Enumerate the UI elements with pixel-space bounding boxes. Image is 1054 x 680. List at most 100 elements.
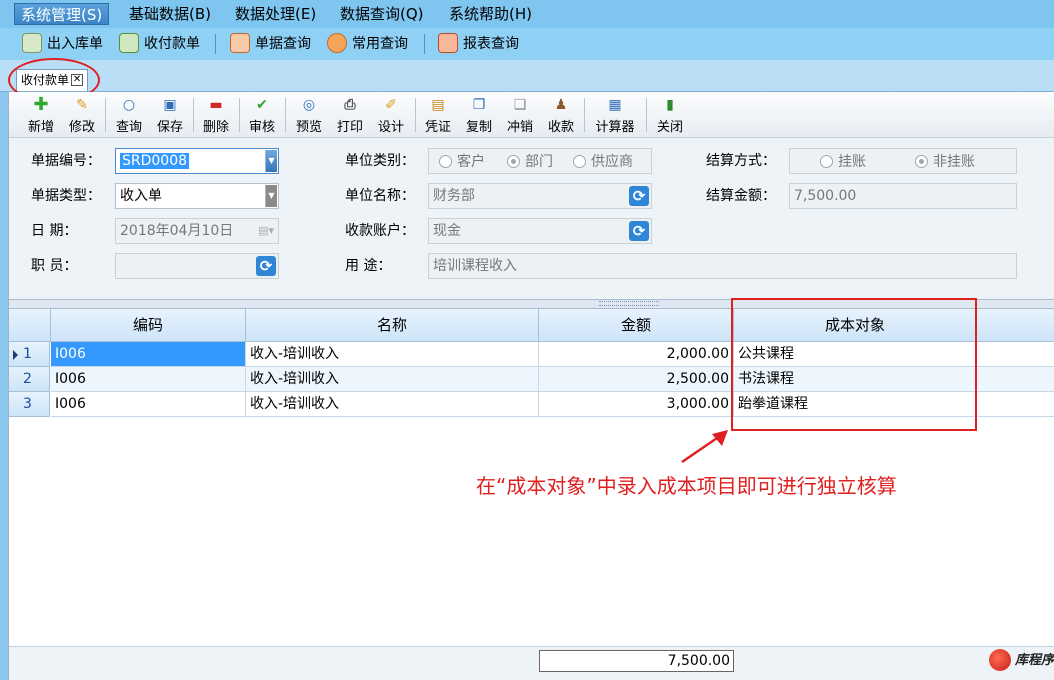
menu-system[interactable]: 系统管理(S) (14, 3, 110, 25)
doc-type-select[interactable]: 收入单 ▼ (115, 183, 279, 209)
radio-icon (439, 154, 452, 168)
search-icon: ○ (122, 97, 136, 113)
delete-button[interactable]: ▬ 删除 (200, 95, 232, 135)
quick-label: 出入库单 (47, 36, 103, 52)
voucher-button[interactable]: ▤ 凭证 (422, 95, 454, 135)
menu-data-process[interactable]: 数据处理(E) (229, 3, 322, 25)
radio-label: 挂账 (838, 154, 866, 170)
radio-on-account[interactable]: 挂账 (820, 149, 866, 173)
edit-button[interactable]: ✎ 修改 (66, 95, 98, 135)
approve-button[interactable]: ✔ 审核 (246, 95, 278, 135)
date-field[interactable]: 2018年04月10日 ▤▾ (115, 218, 279, 244)
calculator-icon: ▦ (608, 97, 622, 113)
menu-help[interactable]: 系统帮助(H) (443, 3, 538, 25)
settle-amount-field[interactable]: 7,500.00 (789, 183, 1017, 209)
doc-no-value: SRD0008 (120, 153, 190, 169)
stock-io-icon (22, 33, 42, 53)
quick-stock-io-button[interactable]: 出入库单 (22, 31, 103, 57)
grid-footer: 7,500.00 库程序 (9, 646, 1054, 680)
quick-payment-button[interactable]: 收付款单 (119, 31, 200, 57)
tab-strip: 收付款单 ✕ (0, 60, 1054, 92)
row-number-text: 1 (23, 346, 32, 362)
account-value: 现金 (433, 223, 461, 239)
close-door-icon: ▮ (666, 97, 674, 113)
save-label: 保存 (156, 120, 183, 135)
settle-amount-label: 结算金额： (706, 188, 776, 204)
cell-code[interactable]: I006 (51, 342, 246, 367)
staff-field[interactable]: ⟳ (115, 253, 279, 279)
radio-supplier[interactable]: 供应商 (573, 149, 633, 173)
receive-button[interactable]: ♟ 收款 (545, 95, 577, 135)
add-button[interactable]: ✚ 新增 (25, 95, 57, 136)
menu-basic-data[interactable]: 基础数据(B) (123, 3, 217, 25)
cell-amount[interactable]: 3,000.00 (539, 392, 734, 417)
settle-method-label: 结算方式： (706, 153, 776, 169)
separator (239, 98, 240, 132)
row-number[interactable]: 2 (9, 367, 50, 392)
cell-code[interactable]: I006 (51, 367, 246, 392)
quick-label: 单据查询 (255, 36, 311, 52)
unit-category-radio-group: 客户 部门 供应商 (428, 148, 652, 174)
grid-corner (9, 309, 51, 342)
radio-not-on-account[interactable]: 非挂账 (915, 149, 975, 173)
radio-department[interactable]: 部门 (507, 149, 553, 173)
column-header-amount[interactable]: 金额 (539, 309, 734, 342)
menu-data-query[interactable]: 数据查询(Q) (334, 3, 430, 25)
save-button[interactable]: ▣ 保存 (154, 95, 186, 135)
doc-type-label: 单据类型： (31, 188, 101, 204)
preview-button[interactable]: ◎ 预览 (293, 95, 325, 135)
radio-label: 部门 (525, 154, 553, 170)
chart-query-icon (327, 33, 347, 53)
radio-selected-icon (915, 154, 928, 168)
date-value: 2018年04月10日 (120, 223, 234, 239)
cell-amount[interactable]: 2,000.00 (539, 342, 734, 367)
quick-label: 收付款单 (144, 36, 200, 52)
quick-report-query-button[interactable]: 报表查询 (438, 31, 519, 57)
splitter-grip (599, 301, 659, 306)
radio-customer[interactable]: 客户 (439, 149, 485, 173)
account-label: 收款账户： (345, 223, 415, 239)
cost-object-highlight-box (731, 298, 977, 431)
search-button[interactable]: ○ 查询 (113, 95, 145, 135)
cell-name[interactable]: 收入-培训收入 (246, 367, 539, 392)
column-header-code[interactable]: 编码 (51, 309, 246, 342)
row-number[interactable]: 3 (9, 392, 50, 417)
calendar-icon[interactable]: ▤▾ (258, 219, 274, 243)
logo-icon (989, 648, 1011, 671)
dropdown-arrow-icon[interactable]: ▼ (265, 150, 277, 172)
separator (285, 98, 286, 132)
cell-code[interactable]: I006 (51, 392, 246, 417)
copy-button[interactable]: ❐ 复制 (463, 95, 495, 135)
doc-no-field[interactable]: SRD0008 ▼ (115, 148, 279, 174)
refresh-icon[interactable]: ⟳ (629, 186, 649, 206)
dropdown-arrow-icon[interactable]: ▼ (265, 185, 277, 207)
unit-name-field[interactable]: 财务部 ⟳ (428, 183, 652, 209)
close-button[interactable]: ▮ 关闭 (654, 95, 686, 135)
refresh-icon[interactable]: ⟳ (629, 221, 649, 241)
design-button[interactable]: ✐ 设计 (375, 95, 407, 135)
row-number[interactable]: 1 (9, 342, 50, 367)
reverse-button[interactable]: ❏ 冲销 (504, 95, 536, 135)
print-button[interactable]: ⎙ 打印 (334, 95, 366, 135)
purpose-field[interactable]: 培训课程收入 (428, 253, 1017, 279)
design-icon: ✐ (385, 97, 397, 113)
calculator-label: 计算器 (595, 120, 635, 135)
save-icon: ▣ (163, 97, 177, 113)
payment-icon (119, 33, 139, 53)
quick-chart-query-button[interactable]: 常用查询 (327, 31, 408, 57)
voucher-label: 凭证 (424, 120, 451, 135)
quick-doc-query-button[interactable]: 单据查询 (230, 31, 311, 57)
refresh-icon[interactable]: ⟳ (256, 256, 276, 276)
separator (424, 34, 425, 54)
current-row-pointer-icon (13, 350, 18, 360)
column-header-name[interactable]: 名称 (246, 309, 539, 342)
cell-name[interactable]: 收入-培训收入 (246, 342, 539, 367)
date-label: 日 期： (31, 223, 78, 239)
cell-amount[interactable]: 2,500.00 (539, 367, 734, 392)
separator (584, 98, 585, 132)
cell-name[interactable]: 收入-培训收入 (246, 392, 539, 417)
copy-label: 复制 (465, 120, 492, 135)
print-icon: ⎙ (344, 97, 356, 113)
account-field[interactable]: 现金 ⟳ (428, 218, 652, 244)
calculator-button[interactable]: ▦ 计算器 (592, 95, 638, 135)
